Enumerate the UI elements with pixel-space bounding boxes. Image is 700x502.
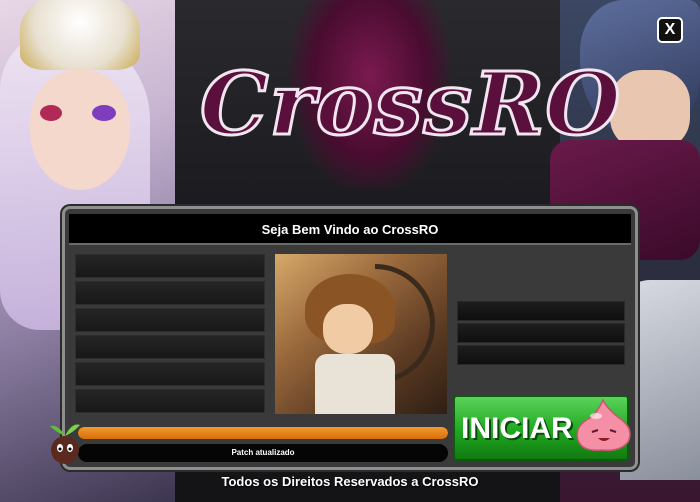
link-item[interactable] bbox=[457, 345, 625, 365]
status-text: Patch atualizado bbox=[78, 444, 448, 462]
patch-progress-bar bbox=[78, 427, 448, 439]
start-button-label: INICIAR bbox=[461, 412, 573, 445]
link-list bbox=[457, 301, 625, 367]
link-item[interactable] bbox=[457, 323, 625, 343]
close-button[interactable]: X bbox=[657, 17, 683, 43]
news-item[interactable] bbox=[75, 254, 265, 278]
game-logo: CrossRO bbox=[199, 53, 622, 157]
launcher-panel: Seja Bem Vindo ao CrossRO Patch atualiza… bbox=[62, 206, 638, 470]
sprout-mascot-icon bbox=[50, 424, 80, 464]
news-item[interactable] bbox=[75, 281, 265, 305]
promo-banner-image[interactable] bbox=[275, 254, 447, 414]
progress-fill bbox=[78, 427, 448, 439]
poring-mascot-icon bbox=[576, 398, 631, 452]
news-item[interactable] bbox=[75, 362, 265, 386]
news-item[interactable] bbox=[75, 308, 265, 332]
news-list bbox=[75, 254, 265, 416]
news-item[interactable] bbox=[75, 389, 265, 413]
news-item[interactable] bbox=[75, 335, 265, 359]
welcome-title: Seja Bem Vindo ao CrossRO bbox=[69, 214, 631, 245]
link-item[interactable] bbox=[457, 301, 625, 321]
copyright-footer: Todos os Direitos Reservados a CrossRO bbox=[221, 474, 479, 489]
